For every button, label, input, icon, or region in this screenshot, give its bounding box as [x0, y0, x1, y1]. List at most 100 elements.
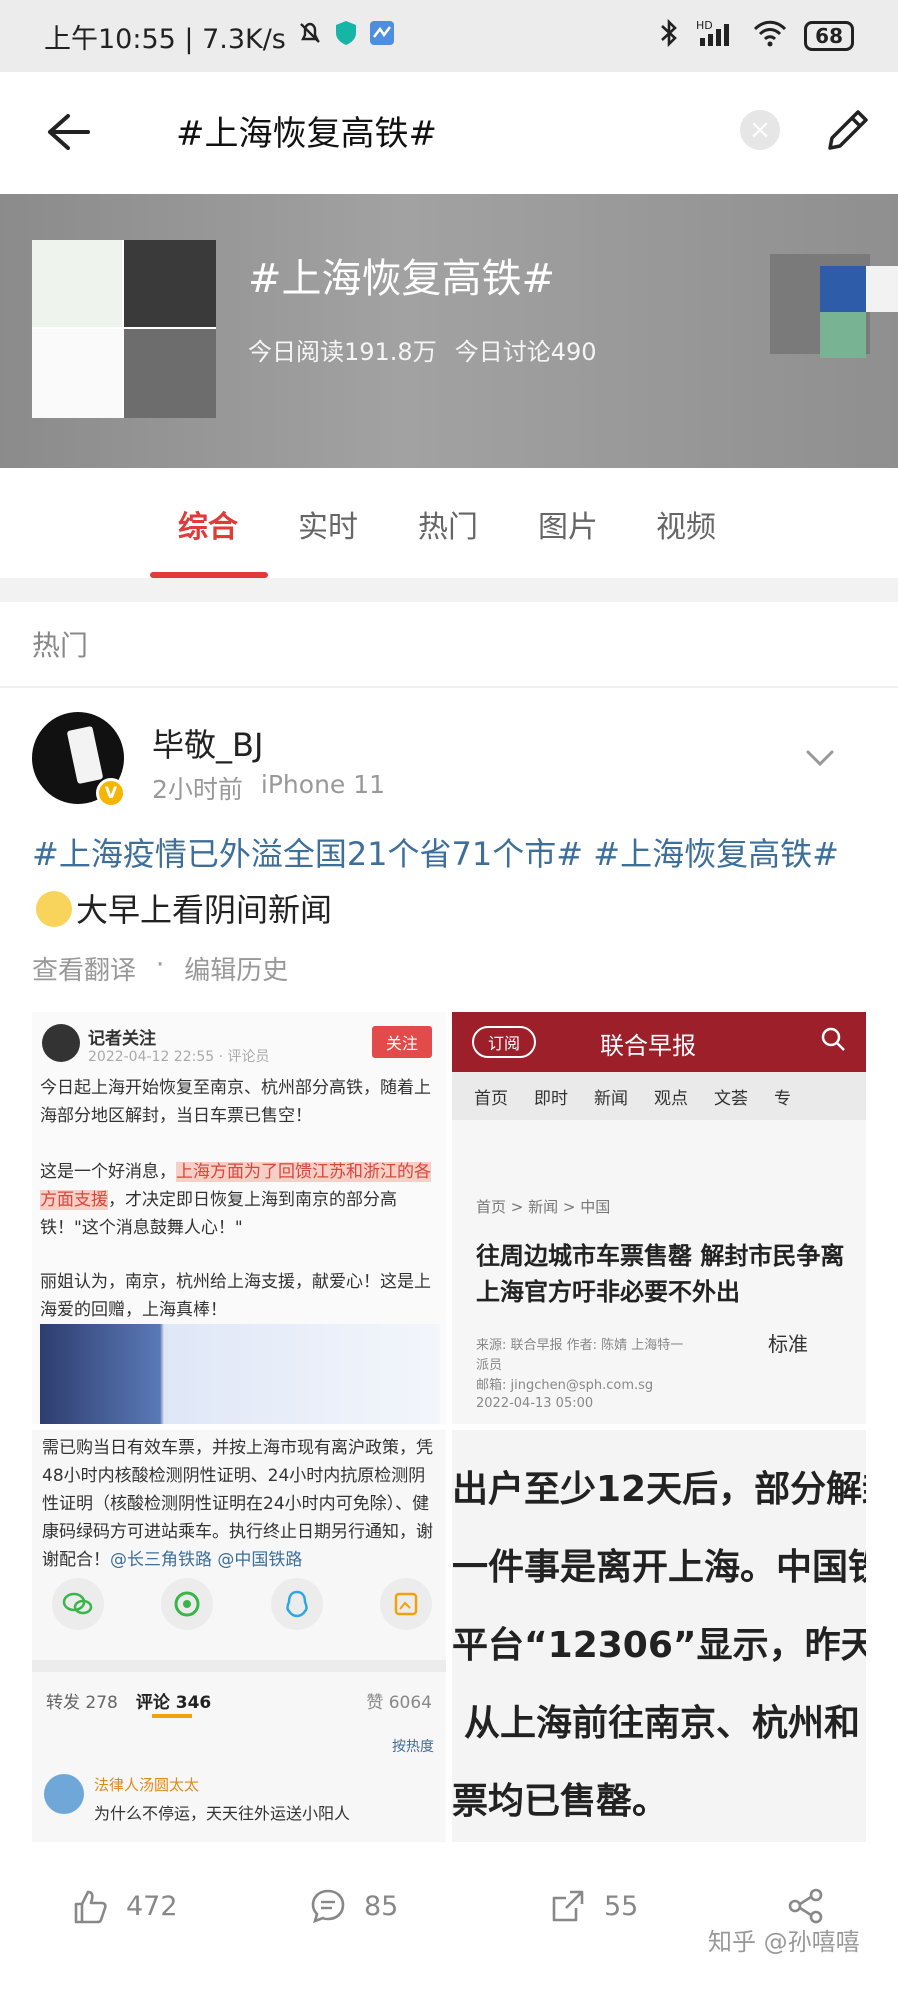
- back-button[interactable]: [34, 102, 94, 162]
- article-line: 从上海前往南京、杭州和: [464, 1703, 861, 1744]
- pixelated-image: [866, 266, 898, 312]
- divider: [0, 686, 898, 688]
- mention-link: @中国铁路: [217, 1550, 303, 1570]
- font-size-standard: 标准: [768, 1332, 808, 1356]
- comment-text: 为什么不停运，天天往外运送小阳人: [94, 1804, 351, 1823]
- section-label: 热门: [32, 629, 89, 662]
- topic-banner: #上海恢复高铁# 今日阅读191.8万 今日讨论490: [0, 194, 898, 468]
- avatar: [42, 1024, 80, 1062]
- close-icon: ×: [749, 115, 771, 145]
- news-nav-item: 首页: [474, 1088, 508, 1109]
- post-image-2[interactable]: 订阅 联合早报 首页 即时 新闻 观点 文荟 专 首页 > 新闻 > 中国 往周…: [452, 1012, 866, 1424]
- share-out-icon: [552, 1890, 584, 1922]
- subscribe-button: 订阅: [472, 1026, 537, 1058]
- post-image-4[interactable]: 出户至少12天后，部分解封 一件事是离开上海。中国铁 平台“12306”显示，昨…: [452, 1430, 866, 1842]
- tab-comprehensive[interactable]: 综合: [178, 502, 238, 546]
- search-header: #上海恢复高铁# ×: [0, 72, 898, 194]
- article-line: 出户至少12天后，部分解封: [452, 1469, 866, 1510]
- verified-badge-icon: V: [96, 778, 126, 808]
- news-source: 来源: 联合早报 作者: 陈婧 上海特一: [476, 1338, 684, 1353]
- repost-count: 55: [604, 1890, 639, 1922]
- app-icon: [368, 19, 396, 54]
- repost-button[interactable]: 55: [548, 1886, 638, 1926]
- search-input[interactable]: #上海恢复高铁#: [176, 106, 437, 155]
- clear-search-button[interactable]: ×: [740, 110, 780, 150]
- share-button[interactable]: [786, 1886, 826, 1926]
- mention-link: @长三角铁路: [110, 1550, 212, 1570]
- edit-history-link[interactable]: 编辑历史: [184, 950, 288, 987]
- comment-icon: [311, 1889, 345, 1924]
- post-body: 大早上看阴间新闻: [76, 891, 333, 929]
- thumbs-up-icon: [74, 1890, 107, 1924]
- chevron-down-icon: [806, 750, 834, 767]
- comment-count: 评论 346: [135, 1693, 212, 1713]
- image-paragraph: 今日起上海开始恢复至南京、杭州部分高铁，随着上海部分地区解封，当日车票已售空！: [40, 1078, 431, 1126]
- news-email: 邮箱: jingchen@sph.com.sg: [476, 1378, 654, 1393]
- like-count: 赞 6064: [366, 1693, 432, 1713]
- section-gap: [0, 578, 898, 602]
- compose-button[interactable]: [820, 102, 876, 158]
- qq-icon: [270, 1578, 323, 1630]
- post-device: iPhone 11: [260, 770, 386, 799]
- news-nav-item: 新闻: [594, 1088, 628, 1109]
- news-nav: 首页 即时 新闻 观点 文荟 专: [452, 1072, 866, 1120]
- hashtag-link[interactable]: #上海疫情已外溢全国21个省71个市#: [32, 835, 583, 873]
- thinking-emoji-icon: [36, 891, 72, 927]
- topic-title: #上海恢复高铁#: [248, 256, 556, 302]
- follow-button: 关注: [371, 1026, 432, 1058]
- news-date: 2022-04-13 05:00: [476, 1396, 594, 1411]
- mute-icon: [296, 19, 324, 54]
- pencil-icon: [828, 110, 868, 150]
- moments-icon: [161, 1578, 214, 1630]
- pixelated-image: [820, 312, 866, 358]
- post-secondary-actions: 查看翻译 · 编辑历史: [32, 950, 288, 987]
- news-headline: 往周边城市车票售罄 解封市民争离上海官方吁非必要不外出: [476, 1242, 845, 1306]
- topic-cover-image[interactable]: [32, 240, 216, 418]
- search-icon: [820, 1026, 846, 1052]
- news-nav-item: 观点: [654, 1088, 688, 1109]
- comment-button[interactable]: 85: [308, 1886, 398, 1926]
- news-logo: 联合早报: [600, 1032, 696, 1060]
- like-button[interactable]: 472: [70, 1886, 178, 1926]
- sort-by-hot: 按热度: [392, 1739, 434, 1755]
- post-image-1[interactable]: 记者关注 2022-04-12 22:55 · 评论员 关注 今日起上海开始恢复…: [32, 1012, 446, 1424]
- pixelated-image: [820, 266, 866, 312]
- post-meta: 2小时前 iPhone 11: [152, 770, 385, 806]
- post-image-3[interactable]: 需已购当日有效车票，并按上海市现有离沪政策，凭48小时内核酸检测阴性证明、24小…: [32, 1430, 446, 1842]
- embedded-screenshot: [40, 1324, 440, 1424]
- wifi-icon: [752, 18, 788, 55]
- comment-tab-indicator: [152, 1714, 192, 1718]
- repost-count: 转发 278: [46, 1693, 118, 1713]
- topic-stats: 今日阅读191.8万 今日讨论490: [248, 332, 597, 367]
- news-nav-item: 专: [774, 1088, 791, 1109]
- image-date: 2022-04-12 22:55 · 评论员: [88, 1049, 270, 1065]
- image-paragraph-part: 这是一个好消息，: [40, 1162, 176, 1182]
- tab-videos[interactable]: 视频: [656, 502, 716, 546]
- image-paragraph: 丽姐认为，南京，杭州给上海支援，献爱心！这是上海爱的回赠，上海真棒！: [40, 1272, 431, 1320]
- post-text: #上海疫情已外溢全国21个省71个市# #上海恢复高铁# 大早上看阴间新闻: [32, 826, 872, 938]
- more-options-button[interactable]: [800, 742, 840, 772]
- news-nav-item: 即时: [534, 1088, 568, 1109]
- hashtag-link[interactable]: #上海恢复高铁#: [593, 835, 839, 873]
- bluetooth-icon: [658, 18, 680, 55]
- author-name[interactable]: 毕敬_BJ: [152, 720, 263, 766]
- commenter-name: 法律人汤圆太太: [94, 1776, 200, 1794]
- tab-images[interactable]: 图片: [538, 502, 598, 546]
- status-time: 上午10:55 | 7.3K/s: [44, 23, 286, 55]
- shield-icon: [334, 19, 358, 54]
- tab-hot[interactable]: 热门: [418, 502, 478, 546]
- tab-realtime[interactable]: 实时: [298, 502, 358, 546]
- image-paragraph: 需已购当日有效车票，并按上海市现有离沪政策，凭48小时内核酸检测阴性证明、24小…: [42, 1434, 436, 1574]
- share-icon-row: [52, 1578, 432, 1630]
- comment-count: 85: [364, 1890, 399, 1922]
- news-nav-item: 文荟: [714, 1088, 748, 1109]
- tab-bar: 综合 实时 热门 图片 视频: [0, 468, 898, 578]
- translate-link[interactable]: 查看翻译: [32, 950, 136, 987]
- topic-reads: 今日阅读191.8万: [248, 338, 437, 366]
- avatar: [44, 1774, 84, 1814]
- image-paragraph: 这是一个好消息，上海方面为了回馈江苏和浙江的各方面支援，才决定即日恢复上海到南京…: [40, 1158, 438, 1242]
- svg-text:HD: HD: [696, 19, 713, 32]
- share-icon: [788, 1888, 823, 1924]
- divider: [32, 1660, 446, 1672]
- save-image-icon: [379, 1578, 432, 1630]
